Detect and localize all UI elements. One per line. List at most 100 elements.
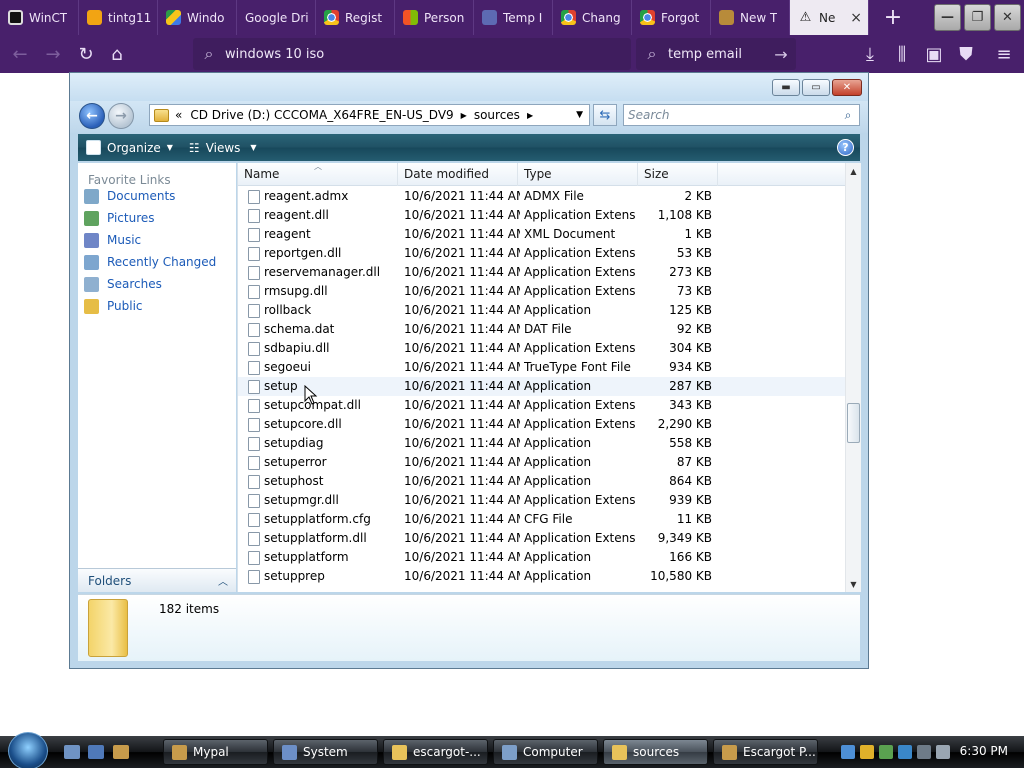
breadcrumb-arrow-icon[interactable]: ▶ bbox=[461, 111, 467, 120]
nav-link[interactable]: Public bbox=[84, 296, 143, 316]
minimize-window-icon[interactable]: — bbox=[934, 4, 961, 31]
search-icon[interactable]: ⌕ bbox=[837, 108, 859, 123]
browser-tab[interactable]: Google Dri bbox=[237, 0, 316, 35]
close-window-icon[interactable]: ✕ bbox=[994, 4, 1021, 31]
help-icon[interactable]: ? bbox=[837, 139, 854, 156]
breadcrumb-folder[interactable]: sources bbox=[474, 108, 520, 122]
organize-button[interactable]: Organize ▼ bbox=[78, 134, 181, 161]
taskbar-button[interactable]: Mypal bbox=[163, 739, 268, 765]
restore-window-icon[interactable]: ❐ bbox=[964, 4, 991, 31]
file-row[interactable]: reagent.dll 10/6/2021 11:44 AM Application… bbox=[238, 206, 845, 225]
browser-tab[interactable]: Chang bbox=[553, 0, 632, 35]
back-icon[interactable]: ← bbox=[79, 103, 105, 129]
file-row[interactable]: setupprep 10/6/2021 11:44 AM Application 10… bbox=[238, 567, 845, 586]
file-row[interactable]: setup 10/6/2021 11:44 AM Application 287 KB bbox=[238, 377, 845, 396]
file-row[interactable]: setupplatform.dll 10/6/2021 11:44 AM Appli… bbox=[238, 529, 845, 548]
tray-app-icon[interactable] bbox=[898, 745, 912, 759]
browser-tab[interactable]: tintg11 bbox=[79, 0, 158, 35]
nav-link[interactable]: Searches bbox=[84, 274, 162, 294]
file-type: Application bbox=[524, 455, 592, 469]
url-bar[interactable]: ⌕ windows 10 iso bbox=[193, 38, 631, 70]
shield-icon[interactable]: ⛊ bbox=[954, 42, 978, 66]
column-header-type[interactable]: Type bbox=[518, 163, 638, 186]
browser-tab[interactable]: New T bbox=[711, 0, 790, 35]
taskbar-button[interactable]: sources bbox=[603, 739, 708, 765]
breadcrumb-drive[interactable]: CD Drive (D:) CCCOMA_X64FRE_EN-US_DV9 bbox=[190, 108, 453, 122]
file-row[interactable]: setupdiag 10/6/2021 11:44 AM Application 55… bbox=[238, 434, 845, 453]
browser-tab[interactable]: Person bbox=[395, 0, 474, 35]
volume-icon[interactable] bbox=[936, 745, 950, 759]
file-row[interactable]: setuperror 10/6/2021 11:44 AM Application 8… bbox=[238, 453, 845, 472]
sidebar-icon[interactable]: ▣ bbox=[922, 42, 946, 66]
refresh-icon[interactable]: ⇆ bbox=[593, 104, 617, 126]
reload-icon[interactable]: ↻ bbox=[74, 42, 98, 66]
file-row[interactable]: schema.dat 10/6/2021 11:44 AM DAT File 92 K… bbox=[238, 320, 845, 339]
close-tab-icon[interactable]: × bbox=[850, 10, 862, 26]
forward-icon[interactable]: → bbox=[41, 42, 65, 66]
browser-tab[interactable]: Windo bbox=[158, 0, 237, 35]
browser-tab[interactable]: ⚠ Ne × bbox=[790, 0, 869, 35]
explorer-maximize-icon[interactable]: ▭ bbox=[802, 79, 830, 96]
nav-link[interactable]: Documents bbox=[84, 186, 175, 206]
show-desktop-icon[interactable] bbox=[64, 745, 80, 759]
clock[interactable]: 6:30 PM bbox=[960, 744, 1008, 758]
explorer-minimize-icon[interactable]: ▬ bbox=[772, 79, 800, 96]
quick-launch-snail-icon[interactable] bbox=[113, 745, 129, 759]
folders-toggle[interactable]: Folders ︿ bbox=[78, 568, 236, 592]
file-row[interactable]: rmsupg.dll 10/6/2021 11:44 AM Application … bbox=[238, 282, 845, 301]
search-go-icon[interactable]: → bbox=[766, 45, 796, 64]
file-row[interactable]: setuphost 10/6/2021 11:44 AM Application 86… bbox=[238, 472, 845, 491]
file-row[interactable]: rollback 10/6/2021 11:44 AM Application 125… bbox=[238, 301, 845, 320]
search-bar[interactable]: ⌕ temp email → bbox=[636, 38, 796, 70]
forward-icon[interactable]: → bbox=[108, 103, 134, 129]
taskbar-button[interactable]: escargot-... bbox=[383, 739, 488, 765]
nav-link[interactable]: Pictures bbox=[84, 208, 155, 228]
file-row[interactable]: setupcore.dll 10/6/2021 11:44 AM Applicati… bbox=[238, 415, 845, 434]
explorer-close-icon[interactable]: ✕ bbox=[832, 79, 862, 96]
menu-icon[interactable]: ≡ bbox=[992, 42, 1016, 66]
library-icon[interactable]: ⫼ bbox=[890, 42, 914, 66]
download-icon[interactable]: ⤓ bbox=[858, 42, 882, 66]
file-row[interactable]: reservemanager.dll 10/6/2021 11:44 AM Appl… bbox=[238, 263, 845, 282]
file-row[interactable]: reagent.admx 10/6/2021 11:44 AM ADMX File 2… bbox=[238, 187, 845, 206]
file-row[interactable]: setupplatform 10/6/2021 11:44 AM Applicati… bbox=[238, 548, 845, 567]
column-header-size[interactable]: Size bbox=[638, 163, 718, 186]
breadcrumb-chevron[interactable]: « bbox=[175, 108, 182, 122]
explorer-title-bar[interactable]: ▬ ▭ ✕ bbox=[70, 73, 868, 101]
address-dropdown-icon[interactable]: ▼ bbox=[576, 110, 583, 120]
tray-app-icon[interactable] bbox=[879, 745, 893, 759]
people-icon[interactable] bbox=[841, 745, 855, 759]
column-header-date[interactable]: Date modified bbox=[398, 163, 518, 186]
browser-tab[interactable]: Regist bbox=[316, 0, 395, 35]
file-row[interactable]: reportgen.dll 10/6/2021 11:44 AM Applicati… bbox=[238, 244, 845, 263]
vertical-scrollbar[interactable]: ▲ ▼ bbox=[845, 163, 861, 592]
views-button[interactable]: ☷ Views ▼ bbox=[181, 134, 265, 161]
network-icon[interactable] bbox=[917, 745, 931, 759]
nav-link[interactable]: Recently Changed bbox=[84, 252, 216, 272]
browser-tab[interactable]: WinCT bbox=[0, 0, 79, 35]
home-icon[interactable]: ⌂ bbox=[105, 42, 129, 66]
browser-tab[interactable]: Forgot bbox=[632, 0, 711, 35]
address-bar[interactable]: « CD Drive (D:) CCCOMA_X64FRE_EN-US_DV9 … bbox=[149, 104, 590, 126]
start-button[interactable] bbox=[8, 732, 48, 768]
scroll-up-icon[interactable]: ▲ bbox=[846, 163, 861, 179]
explorer-search-input[interactable]: Search ⌕ bbox=[623, 104, 860, 126]
taskbar-button[interactable]: System bbox=[273, 739, 378, 765]
file-row[interactable]: sdbapiu.dll 10/6/2021 11:44 AM Application… bbox=[238, 339, 845, 358]
file-row[interactable]: setupmgr.dll 10/6/2021 11:44 AM Applicatio… bbox=[238, 491, 845, 510]
taskbar-button[interactable]: Escargot P... bbox=[713, 739, 818, 765]
file-row[interactable]: segoeui 10/6/2021 11:44 AM TrueType Font F… bbox=[238, 358, 845, 377]
breadcrumb-arrow-icon[interactable]: ▶ bbox=[527, 111, 533, 120]
taskbar-button[interactable]: Computer bbox=[493, 739, 598, 765]
switch-windows-icon[interactable] bbox=[88, 745, 104, 759]
new-tab-button[interactable]: + bbox=[869, 0, 917, 35]
security-shield-icon[interactable] bbox=[860, 745, 874, 759]
scroll-thumb[interactable] bbox=[847, 403, 860, 443]
nav-link[interactable]: Music bbox=[84, 230, 141, 250]
file-row[interactable]: setupplatform.cfg 10/6/2021 11:44 AM CFG F… bbox=[238, 510, 845, 529]
browser-tab[interactable]: Temp I bbox=[474, 0, 553, 35]
back-icon[interactable]: ← bbox=[8, 42, 32, 66]
file-row[interactable]: setupcompat.dll 10/6/2021 11:44 AM Applica… bbox=[238, 396, 845, 415]
scroll-down-icon[interactable]: ▼ bbox=[846, 576, 861, 592]
file-row[interactable]: reagent 10/6/2021 11:44 AM XML Document 1 K… bbox=[238, 225, 845, 244]
